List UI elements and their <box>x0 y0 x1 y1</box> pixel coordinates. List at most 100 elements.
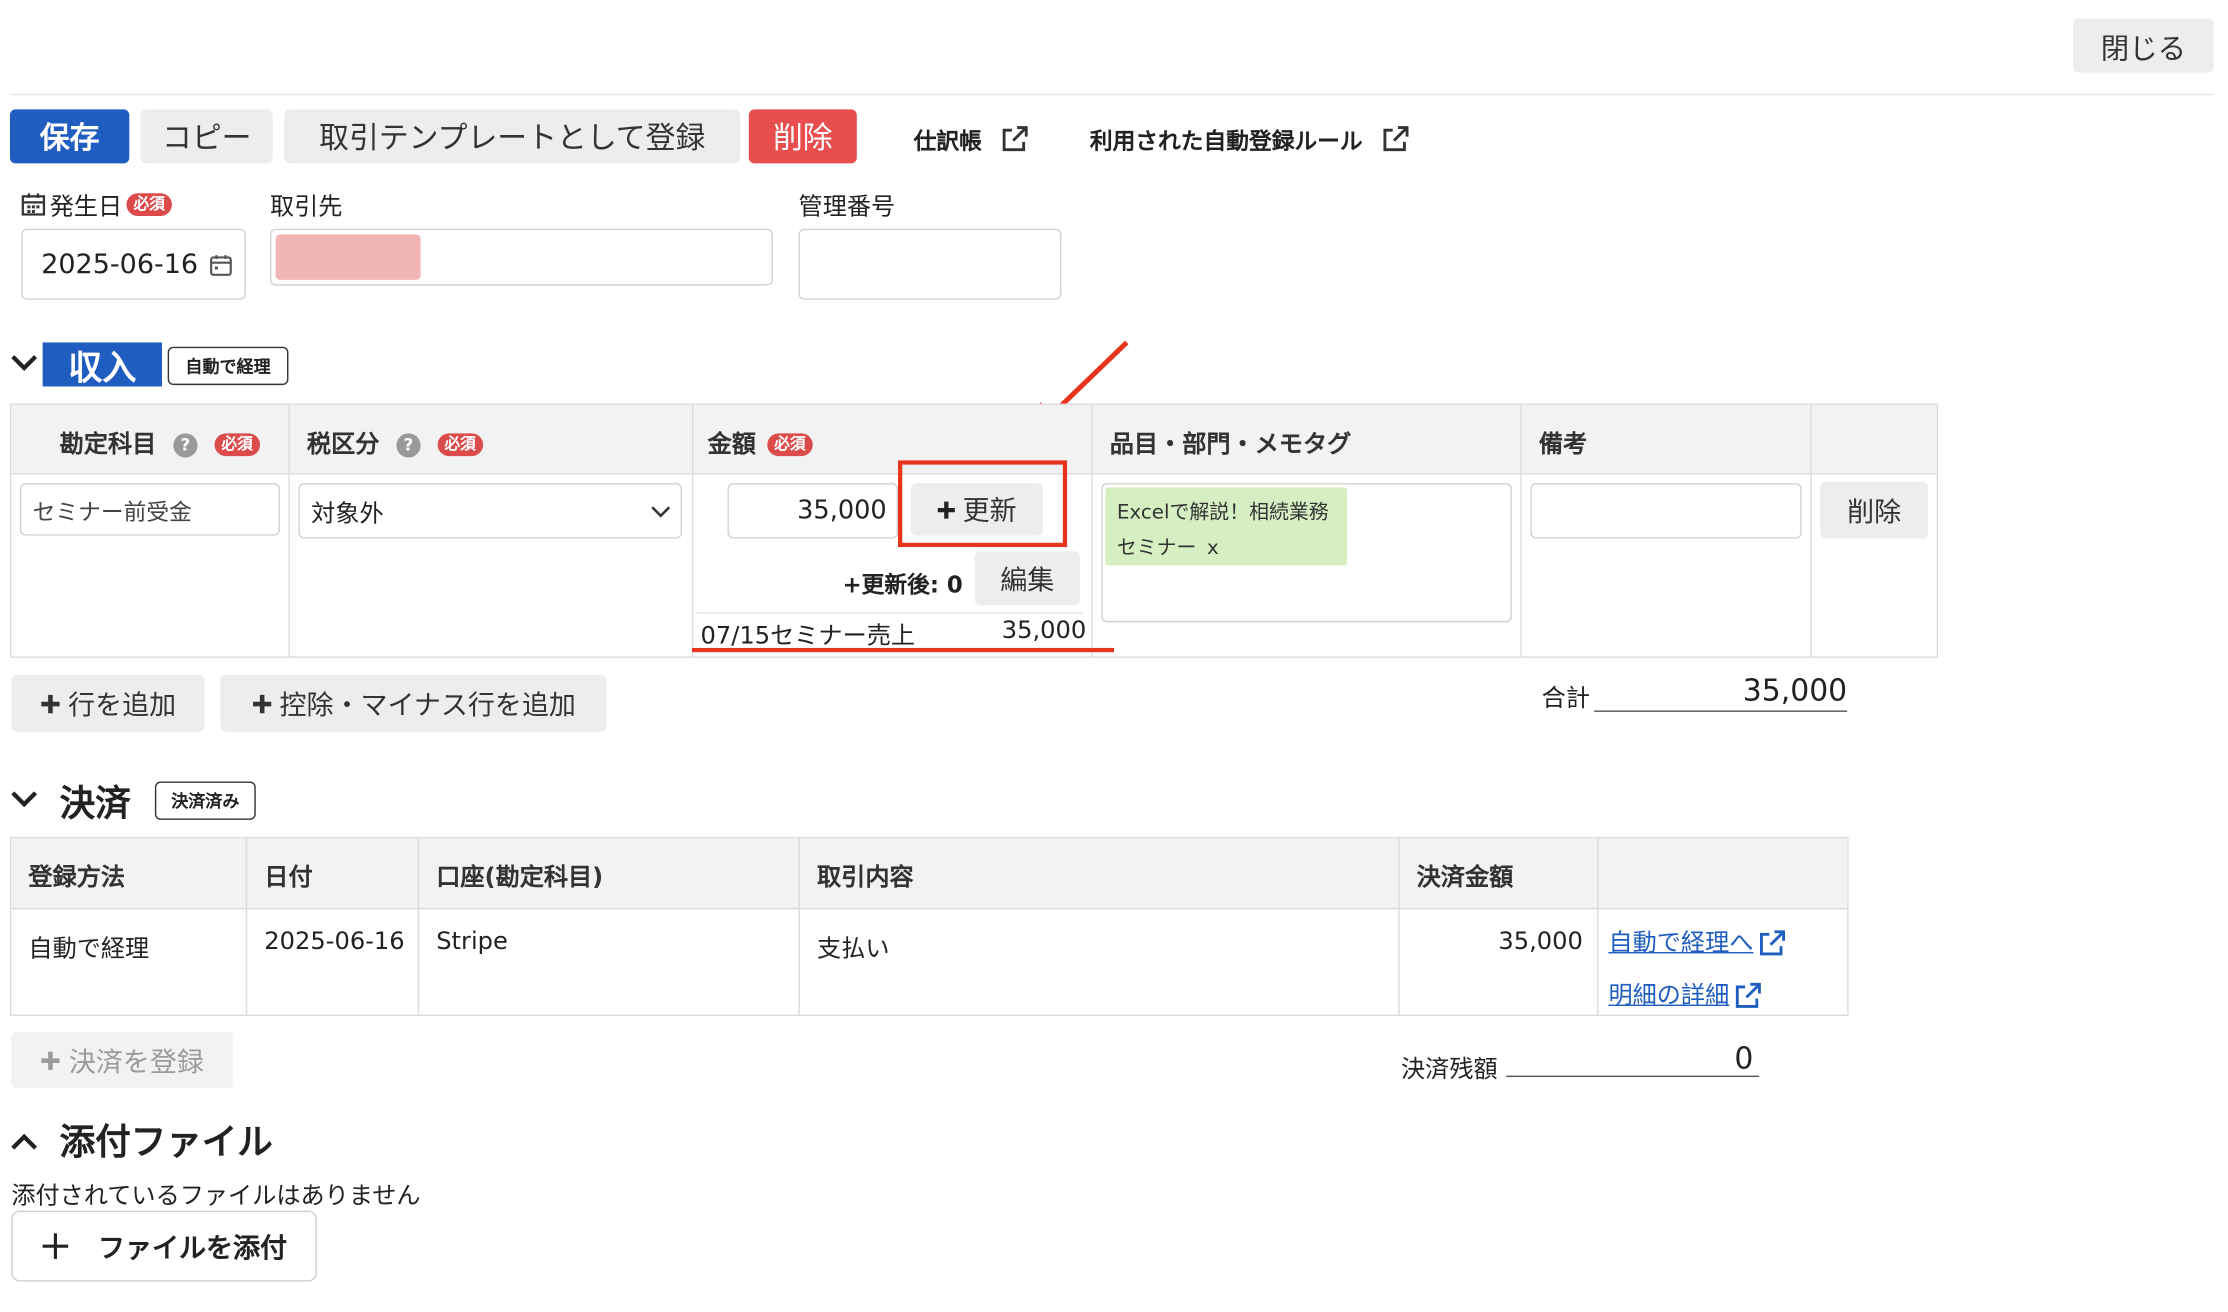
register-template-button[interactable]: 取引テンプレートとして登録 <box>284 109 741 164</box>
chevron-down-icon[interactable] <box>10 789 38 812</box>
note-input[interactable] <box>1530 483 1802 539</box>
auto-rule-label: 利用された自動登録ルール <box>1089 127 1363 155</box>
header-item-tags: 品目・部門・メモタグ <box>1109 430 1352 459</box>
settlement-date: 2025-06-16 <box>264 927 405 957</box>
settlement-balance-value: 0 <box>1506 1042 1760 1078</box>
header-date: 日付 <box>264 863 313 893</box>
settled-badge: 決済済み <box>154 781 256 820</box>
date-field-label: 発生日 必須 <box>21 186 172 222</box>
add-row-label: 行を追加 <box>68 689 177 722</box>
header-account: 勘定科目 ? 必須 <box>60 423 260 459</box>
partner-input[interactable] <box>269 228 773 286</box>
add-file-button[interactable]: ファイルを添付 <box>11 1210 317 1282</box>
required-badge: 必須 <box>126 192 172 216</box>
attachment-title: 添付ファイル <box>59 1121 273 1163</box>
chevron-down-icon[interactable] <box>10 352 38 375</box>
income-title: 収入 <box>42 342 162 388</box>
after-update-text: +更新後: 0 <box>842 571 963 599</box>
col-divider <box>691 403 694 658</box>
tax-select-value: 対象外 <box>311 500 384 529</box>
settlement-title: 決済 <box>59 782 131 825</box>
settlement-amount: 35,000 <box>1498 927 1583 957</box>
col-divider <box>798 836 800 1016</box>
col-divider <box>417 836 420 1016</box>
tag-chip-text: Excelで解説！相続業務セミナー <box>1116 501 1329 560</box>
header-tax-label: 税区分 <box>306 430 380 459</box>
delete-row-button[interactable]: 削除 <box>1820 481 1929 539</box>
date-label: 発生日 <box>49 193 123 222</box>
auto-rule-link[interactable]: 利用された自動登録ルール <box>1090 122 1411 156</box>
required-badge: 必須 <box>437 433 483 457</box>
attachment-empty-text: 添付されているファイルはありません <box>11 1182 421 1211</box>
partner-label: 取引先 <box>269 193 343 222</box>
settlement-balance-label: 決済残額 <box>1401 1055 1498 1085</box>
tag-input[interactable]: Excelで解説！相続業務セミナー x <box>1101 483 1512 623</box>
header-tax: 税区分 ? 必須 <box>307 423 483 459</box>
add-minus-row-button[interactable]: 控除・マイナス行を追加 <box>220 674 607 732</box>
plus-icon <box>252 694 271 713</box>
auto-accounting-link[interactable]: 自動で経理へ <box>1608 919 1787 959</box>
tax-select[interactable]: 対象外 <box>298 483 683 539</box>
plus-icon <box>42 1233 69 1259</box>
auto-accounting-link-label: 自動で経理へ <box>1608 928 1754 957</box>
required-badge: 必須 <box>214 433 260 457</box>
settlement-content: 支払い <box>817 934 890 964</box>
account-input[interactable]: セミナー前受金 <box>19 483 280 536</box>
external-link-icon <box>1383 126 1409 152</box>
tag-remove-icon[interactable]: x <box>1207 537 1219 560</box>
help-icon[interactable]: ? <box>173 432 198 457</box>
statement-detail-link[interactable]: 明細の詳細 <box>1608 972 1763 1012</box>
required-badge: 必須 <box>767 433 813 457</box>
chevron-up-icon[interactable] <box>10 1130 38 1153</box>
header-method: 登録方法 <box>28 863 126 893</box>
copy-button[interactable]: コピー <box>140 109 273 164</box>
header-account-subject: 口座(勘定科目) <box>436 863 604 893</box>
col-divider <box>1597 836 1599 1016</box>
col-divider <box>1810 403 1812 658</box>
register-settlement-label: 決済を登録 <box>68 1046 204 1078</box>
external-link-icon <box>1002 126 1028 152</box>
statement-detail-link-label: 明細の詳細 <box>1608 981 1730 1010</box>
external-link-icon <box>1760 930 1786 956</box>
help-icon[interactable]: ? <box>396 432 421 457</box>
delete-deal-button[interactable]: 削除 <box>748 109 857 164</box>
plus-icon <box>41 694 60 713</box>
auto-accounting-badge: 自動で経理 <box>167 346 289 386</box>
header-divider <box>11 93 2214 96</box>
manage-number-input[interactable] <box>798 228 1062 300</box>
register-settlement-button[interactable]: 決済を登録 <box>11 1031 234 1089</box>
tag-chip[interactable]: Excelで解説！相続業務セミナー x <box>1105 487 1348 566</box>
plus-icon <box>41 1050 61 1070</box>
save-button[interactable]: 保存 <box>9 109 130 164</box>
col-divider <box>245 836 248 1016</box>
journal-label: 仕訳帳 <box>913 127 982 155</box>
add-file-label: ファイルを添付 <box>98 1232 288 1264</box>
col-divider <box>1091 403 1093 658</box>
close-button[interactable]: 閉じる <box>2073 18 2214 73</box>
header-content: 取引内容 <box>817 863 914 893</box>
annotation-box <box>898 460 1068 548</box>
header-note: 備考 <box>1538 430 1588 459</box>
header-amount-label: 金額 <box>707 430 756 459</box>
amount-input[interactable]: 35,000 <box>727 483 899 539</box>
calendar-icon <box>21 193 46 216</box>
linked-transaction-desc: 07/15セミナー売上 <box>700 622 916 651</box>
journal-link[interactable]: 仕訳帳 <box>914 122 1031 156</box>
chevron-down-icon <box>651 506 671 518</box>
manage-number-label: 管理番号 <box>798 193 896 222</box>
date-value: 2025-06-16 <box>41 248 199 280</box>
add-minus-row-label: 控除・マイナス行を追加 <box>279 689 576 722</box>
linked-transaction-amount: 35,000 <box>1001 616 1087 646</box>
linked-row-divider <box>696 612 1083 614</box>
settlement-account: Stripe <box>436 927 508 957</box>
date-input[interactable]: 2025-06-16 <box>21 228 246 300</box>
col-divider <box>288 403 290 658</box>
add-row-button[interactable]: 行を追加 <box>11 674 205 732</box>
header-settlement-amount: 決済金額 <box>1416 863 1514 893</box>
redacted-partner-value <box>275 234 421 280</box>
external-link-icon <box>1735 982 1761 1008</box>
edit-button[interactable]: 編集 <box>974 551 1080 606</box>
total-label: 合計 <box>1541 684 1590 714</box>
deal-edit-page: 閉じる 保存 コピー 取引テンプレートとして登録 削除 仕訳帳 利用された自動登… <box>0 0 2228 1311</box>
col-divider <box>1398 836 1400 1016</box>
